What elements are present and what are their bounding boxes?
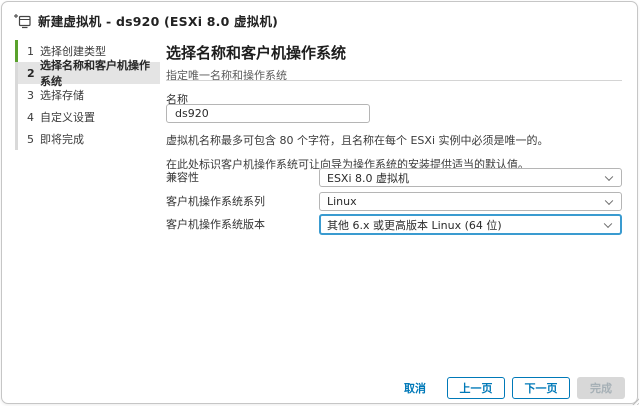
guest-os-version-label: 客户机操作系统版本 — [166, 218, 265, 231]
step-number: 2 — [27, 66, 35, 80]
compatibility-value: ESXi 8.0 虚拟机 — [327, 171, 410, 185]
step-number: 4 — [27, 110, 34, 124]
guest-os-version-value: 其他 6.x 或更高版本 Linux (64 位) — [327, 218, 502, 232]
step-item-name-os[interactable]: 2 选择名称和客户机操作系统 — [18, 59, 160, 88]
dialog-header: 新建虚拟机 - ds920 (ESXi 8.0 虚拟机) — [14, 11, 278, 30]
name-rule-note: 虚拟机名称最多可包含 80 个字符，且名称在每个 ESXi 实例中必须是唯一的。 — [166, 134, 549, 147]
new-vm-wizard-dialog: 新建虚拟机 - ds920 (ESXi 8.0 虚拟机) 1 选择创建类型 2 … — [1, 1, 638, 404]
guest-os-family-select[interactable]: Linux — [319, 192, 622, 211]
step-number: 1 — [27, 44, 34, 58]
step-content-panel: 选择名称和客户机操作系统 指定唯一名称和操作系统 名称 虚拟机名称最多可包含 8… — [166, 42, 622, 342]
guest-os-family-value: Linux — [327, 195, 357, 208]
cancel-button[interactable]: 取消 — [398, 377, 432, 399]
chevron-down-icon — [604, 196, 614, 205]
step-label: 选择存储 — [40, 89, 84, 102]
back-button[interactable]: 上一页 — [447, 377, 505, 399]
chevron-down-icon — [604, 172, 614, 181]
step-item-storage[interactable]: 3 选择存储 — [18, 84, 160, 106]
vm-name-input[interactable] — [166, 104, 370, 123]
step-label: 自定义设置 — [40, 111, 95, 124]
step-label: 即将完成 — [40, 133, 84, 146]
dialog-title: 新建虚拟机 - ds920 (ESXi 8.0 虚拟机) — [38, 14, 279, 29]
finish-button: 完成 — [577, 377, 625, 399]
chevron-down-icon — [603, 219, 613, 228]
wizard-footer: 取消 上一页 下一页 完成 — [398, 377, 625, 399]
compatibility-label: 兼容性 — [166, 171, 199, 184]
guest-os-family-label: 客户机操作系统系列 — [166, 195, 265, 208]
guest-os-family-row: 客户机操作系统系列 Linux — [166, 192, 622, 212]
guest-os-version-row: 客户机操作系统版本 其他 6.x 或更高版本 Linux (64 位) — [166, 214, 622, 235]
step-number: 3 — [27, 88, 34, 102]
header-divider — [166, 80, 622, 81]
compatibility-row: 兼容性 ESXi 8.0 虚拟机 — [166, 168, 622, 188]
new-vm-icon — [14, 13, 31, 28]
guest-os-version-select[interactable]: 其他 6.x 或更高版本 Linux (64 位) — [319, 214, 622, 235]
wizard-step-list: 1 选择创建类型 2 选择名称和客户机操作系统 3 选择存储 4 自定义设置 5… — [15, 40, 160, 150]
compatibility-select[interactable]: ESXi 8.0 虚拟机 — [319, 168, 622, 187]
step-item-ready[interactable]: 5 即将完成 — [18, 128, 160, 150]
step-item-customize[interactable]: 4 自定义设置 — [18, 106, 160, 128]
next-button[interactable]: 下一页 — [512, 377, 570, 399]
step-number: 5 — [27, 132, 34, 146]
page-title: 选择名称和客户机操作系统 — [166, 44, 347, 62]
